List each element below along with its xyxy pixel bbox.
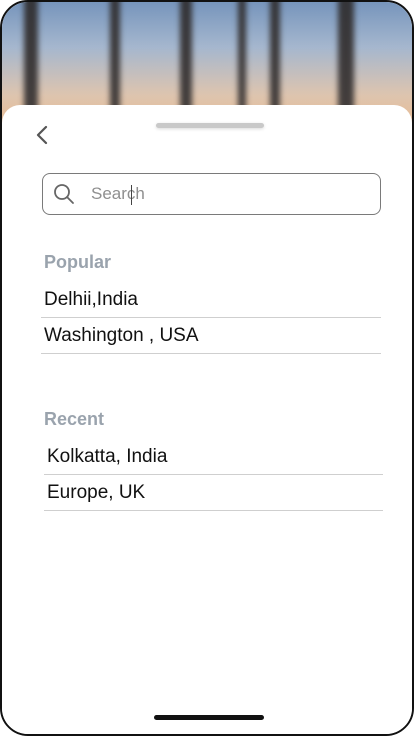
popular-section-title: Popular (44, 252, 112, 272)
drag-handle[interactable] (156, 123, 264, 128)
search-input[interactable] (91, 184, 351, 204)
search-icon (53, 183, 75, 205)
recent-section-title: Recent (44, 409, 105, 429)
popular-item-label: Delhii,India (44, 288, 138, 310)
popular-item[interactable]: Washington , USA (41, 318, 381, 354)
recent-item[interactable]: Kolkatta, India (44, 439, 383, 475)
recent-item-label: Kolkatta, India (47, 445, 168, 467)
chevron-left-icon (36, 125, 48, 145)
phone-frame: Popular Delhii,India Washington , USA Re… (0, 0, 414, 736)
home-indicator (154, 715, 264, 720)
popular-item-label: Washington , USA (44, 324, 199, 346)
search-box[interactable] (42, 173, 381, 215)
text-caret (131, 185, 132, 205)
recent-item-label: Europe, UK (47, 481, 146, 503)
bottom-sheet: Popular Delhii,India Washington , USA Re… (2, 105, 412, 734)
popular-item[interactable]: Delhii,India (41, 282, 381, 318)
back-button[interactable] (30, 123, 54, 147)
recent-item[interactable]: Europe, UK (44, 475, 383, 511)
